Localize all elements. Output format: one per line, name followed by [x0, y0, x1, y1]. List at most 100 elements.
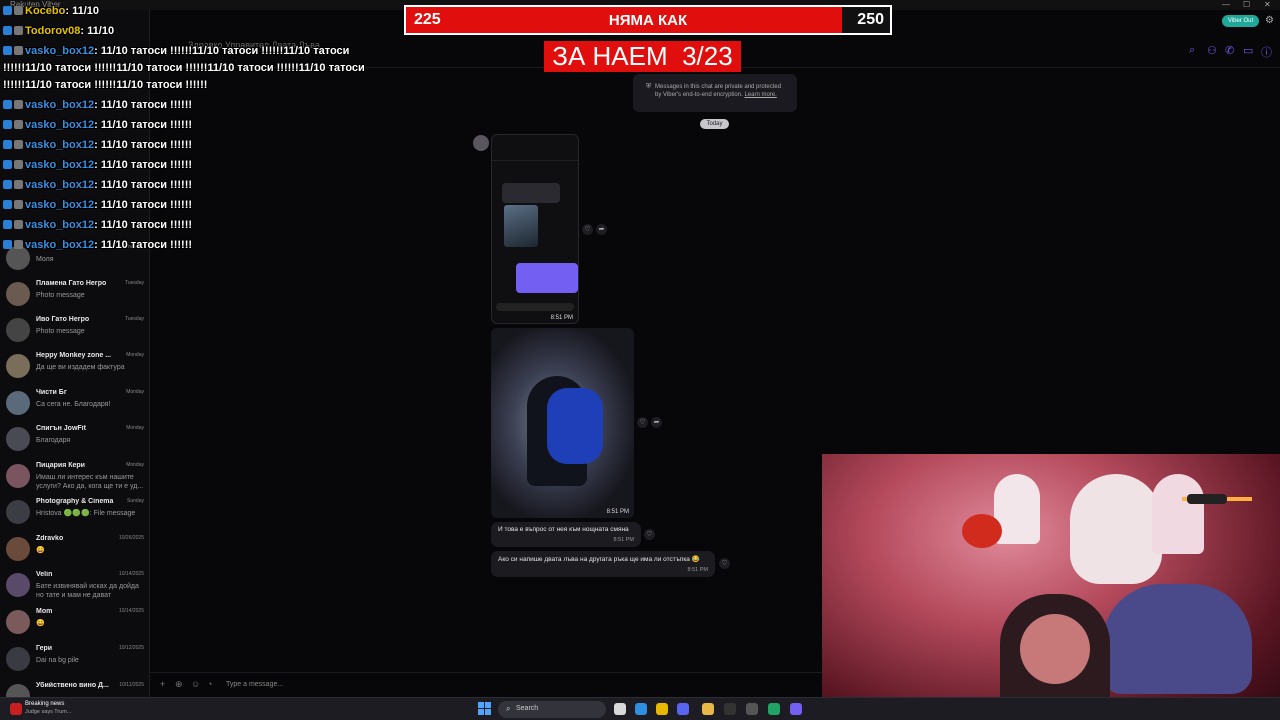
avatar [6, 391, 30, 415]
avatar [6, 354, 30, 378]
stream-chat-message: vasko_box12: 11/10 татоси !!!!!! [3, 159, 192, 171]
conversation-item[interactable]: Пламена Гато Негро Photo message Tuesday [0, 278, 148, 314]
conversation-date: Monday [126, 389, 144, 395]
chat-username: vasko_box12 [25, 139, 95, 151]
headset-badge-icon [14, 200, 23, 209]
news-title[interactable]: Breaking news [25, 701, 64, 707]
microphone [1187, 494, 1227, 504]
conversation-item[interactable]: Иво Гато Негро Photo message Tuesday [0, 314, 148, 350]
conversation-preview: Photo message [36, 292, 85, 299]
headset-badge-icon [14, 6, 23, 15]
close-icon[interactable]: ✕ [1264, 0, 1271, 10]
chrome-icon[interactable] [656, 703, 668, 715]
sub-badge-icon [3, 180, 12, 189]
sub-badge-icon [3, 160, 12, 169]
conversation-item[interactable]: Чисти Бг Са сега не. Благодаря! Monday [0, 387, 148, 423]
conversation-date: 10/12/2025 [118, 645, 144, 651]
message-time: 8:51 PM [687, 567, 708, 573]
conversation-date: Monday [126, 425, 144, 431]
conversation-date: 10/11/2025 [119, 682, 144, 688]
conversation-item[interactable]: Zdravko 😄 10/26/2025 [0, 533, 148, 569]
photo-message[interactable]: 8:51 PM [491, 328, 634, 518]
conversation-item[interactable]: Velin Бате извинявай исках да дойда но та… [0, 569, 148, 605]
forward-icon[interactable]: ➦ [651, 417, 662, 428]
heart-icon[interactable]: ♡ [582, 224, 593, 235]
edge-icon[interactable] [635, 703, 647, 715]
info-icon[interactable]: ⓘ [1261, 44, 1272, 60]
viber-icon[interactable] [790, 703, 802, 715]
heart-icon[interactable]: ♡ [644, 529, 655, 540]
chat-text: : 11/10 татоси !!!!!! [94, 219, 193, 231]
conversation-list: Ivo Моля Wednesday Пламена Гато Негро Photo … [0, 10, 150, 708]
conversation-item[interactable]: Photography & Cinema Hristova 🟢🟢🟢: File m… [0, 496, 148, 532]
headset-badge-icon [14, 140, 23, 149]
conversation-item[interactable]: Mom 😄 10/14/2025 [0, 606, 148, 642]
conversation-item[interactable]: Пицария Кери Имаш ли интерес към нашите у… [0, 460, 148, 496]
message-input[interactable] [226, 678, 526, 690]
e2e-text-1: Messages in this chat are private and pr… [655, 84, 782, 90]
stream-chat-message: !!!!!!11/10 татоси !!!!!!11/10 татоси !!… [3, 79, 207, 91]
conversation-name: Пицария Кери [36, 462, 85, 469]
search-icon[interactable]: ⌕ [1189, 44, 1195, 57]
sub-badge-icon [3, 140, 12, 149]
news-subtitle[interactable]: Judge says Trum... [25, 709, 71, 715]
screenshot-image-message[interactable]: 8:51 PM [491, 134, 579, 324]
stream-chat-message: vasko_box12: 11/10 татоси !!!!!!11/10 та… [3, 45, 349, 57]
settings-icon[interactable]: ⚙ [1265, 15, 1274, 26]
conversation-name: Гери [36, 645, 53, 652]
conversation-date: Tuesday [125, 280, 144, 286]
pumpkin-decoration [962, 514, 1002, 548]
heart-icon[interactable]: ♡ [719, 558, 730, 569]
chat-text: : 11/10 [65, 5, 99, 17]
timer-icon[interactable]: ◔ [207, 679, 212, 689]
conversation-name: Heppy Monkey zone ... [36, 352, 112, 359]
headset-badge-icon [14, 220, 23, 229]
avatar [6, 647, 30, 671]
chat-text: : 11/10 татоси !!!!!! [94, 179, 193, 191]
taskbar: Breaking news Judge says Trum... ⌕ Searc… [0, 697, 1280, 720]
windows-start-icon[interactable] [478, 702, 492, 716]
avatar [6, 537, 30, 561]
taskbar-search[interactable]: ⌕ Search [498, 701, 606, 718]
chat-text: : 11/10 татоси !!!!!! [94, 239, 193, 251]
avatar[interactable] [473, 135, 489, 151]
folder-icon[interactable] [702, 703, 714, 715]
message-time: 8:51 PM [606, 509, 629, 515]
add-contact-icon[interactable]: ⚇ [1207, 44, 1217, 57]
text-message[interactable]: Ако си напише двата лъва на другата ръка… [491, 551, 715, 577]
gif-icon[interactable]: ⊕ [175, 679, 183, 690]
chat-username: Todorov08 [25, 25, 81, 37]
conversation-item[interactable]: Спигън JowFit Благодаря Monday [0, 423, 148, 459]
plus-icon[interactable]: + [160, 679, 165, 689]
minimize-icon[interactable]: — [1222, 0, 1230, 10]
conversation-date: 10/26/2025 [118, 535, 144, 541]
video-call-icon[interactable]: ▭ [1243, 44, 1253, 57]
conversation-item[interactable]: Heppy Monkey zone ... Да ще ви издадем фа… [0, 350, 148, 386]
date-separator: Today [700, 119, 729, 129]
discord-icon[interactable] [677, 703, 689, 715]
text-message[interactable]: И това е въпрос от нея към нощната смяна… [491, 522, 641, 547]
conversation-name: Zdravko [36, 535, 64, 542]
maximize-icon[interactable]: ☐ [1243, 0, 1250, 10]
obs-icon[interactable] [724, 703, 736, 715]
donation-goal-bar: 225 НЯМА КАК 250 [404, 5, 892, 35]
avatar [6, 500, 30, 524]
sub-badge-icon [3, 200, 12, 209]
excel-icon[interactable] [768, 703, 780, 715]
forward-icon[interactable]: ➦ [596, 224, 607, 235]
news-icon[interactable] [10, 703, 22, 715]
conversation-name: Убийствено вино Д... [36, 682, 109, 689]
conversation-name: Пламена Гато Негро [36, 280, 107, 287]
conversation-date: Monday [126, 462, 144, 468]
learn-more-link[interactable]: Learn more. [744, 92, 776, 98]
conversation-item[interactable]: Гери Dai na bg pile 10/12/2025 [0, 643, 148, 679]
heart-icon[interactable]: ♡ [637, 417, 648, 428]
app-icon[interactable] [746, 703, 758, 715]
conversation-preview: 😄 [36, 547, 45, 554]
file-explorer-icon[interactable] [614, 703, 626, 715]
sticker-icon[interactable]: ☺ [191, 679, 200, 689]
call-icon[interactable]: ✆ [1225, 44, 1234, 57]
chat-username: vasko_box12 [25, 45, 95, 57]
stream-chat-message: Kocebo: 11/10 [3, 5, 99, 17]
viber-out-button[interactable]: Viber Out [1222, 15, 1259, 27]
